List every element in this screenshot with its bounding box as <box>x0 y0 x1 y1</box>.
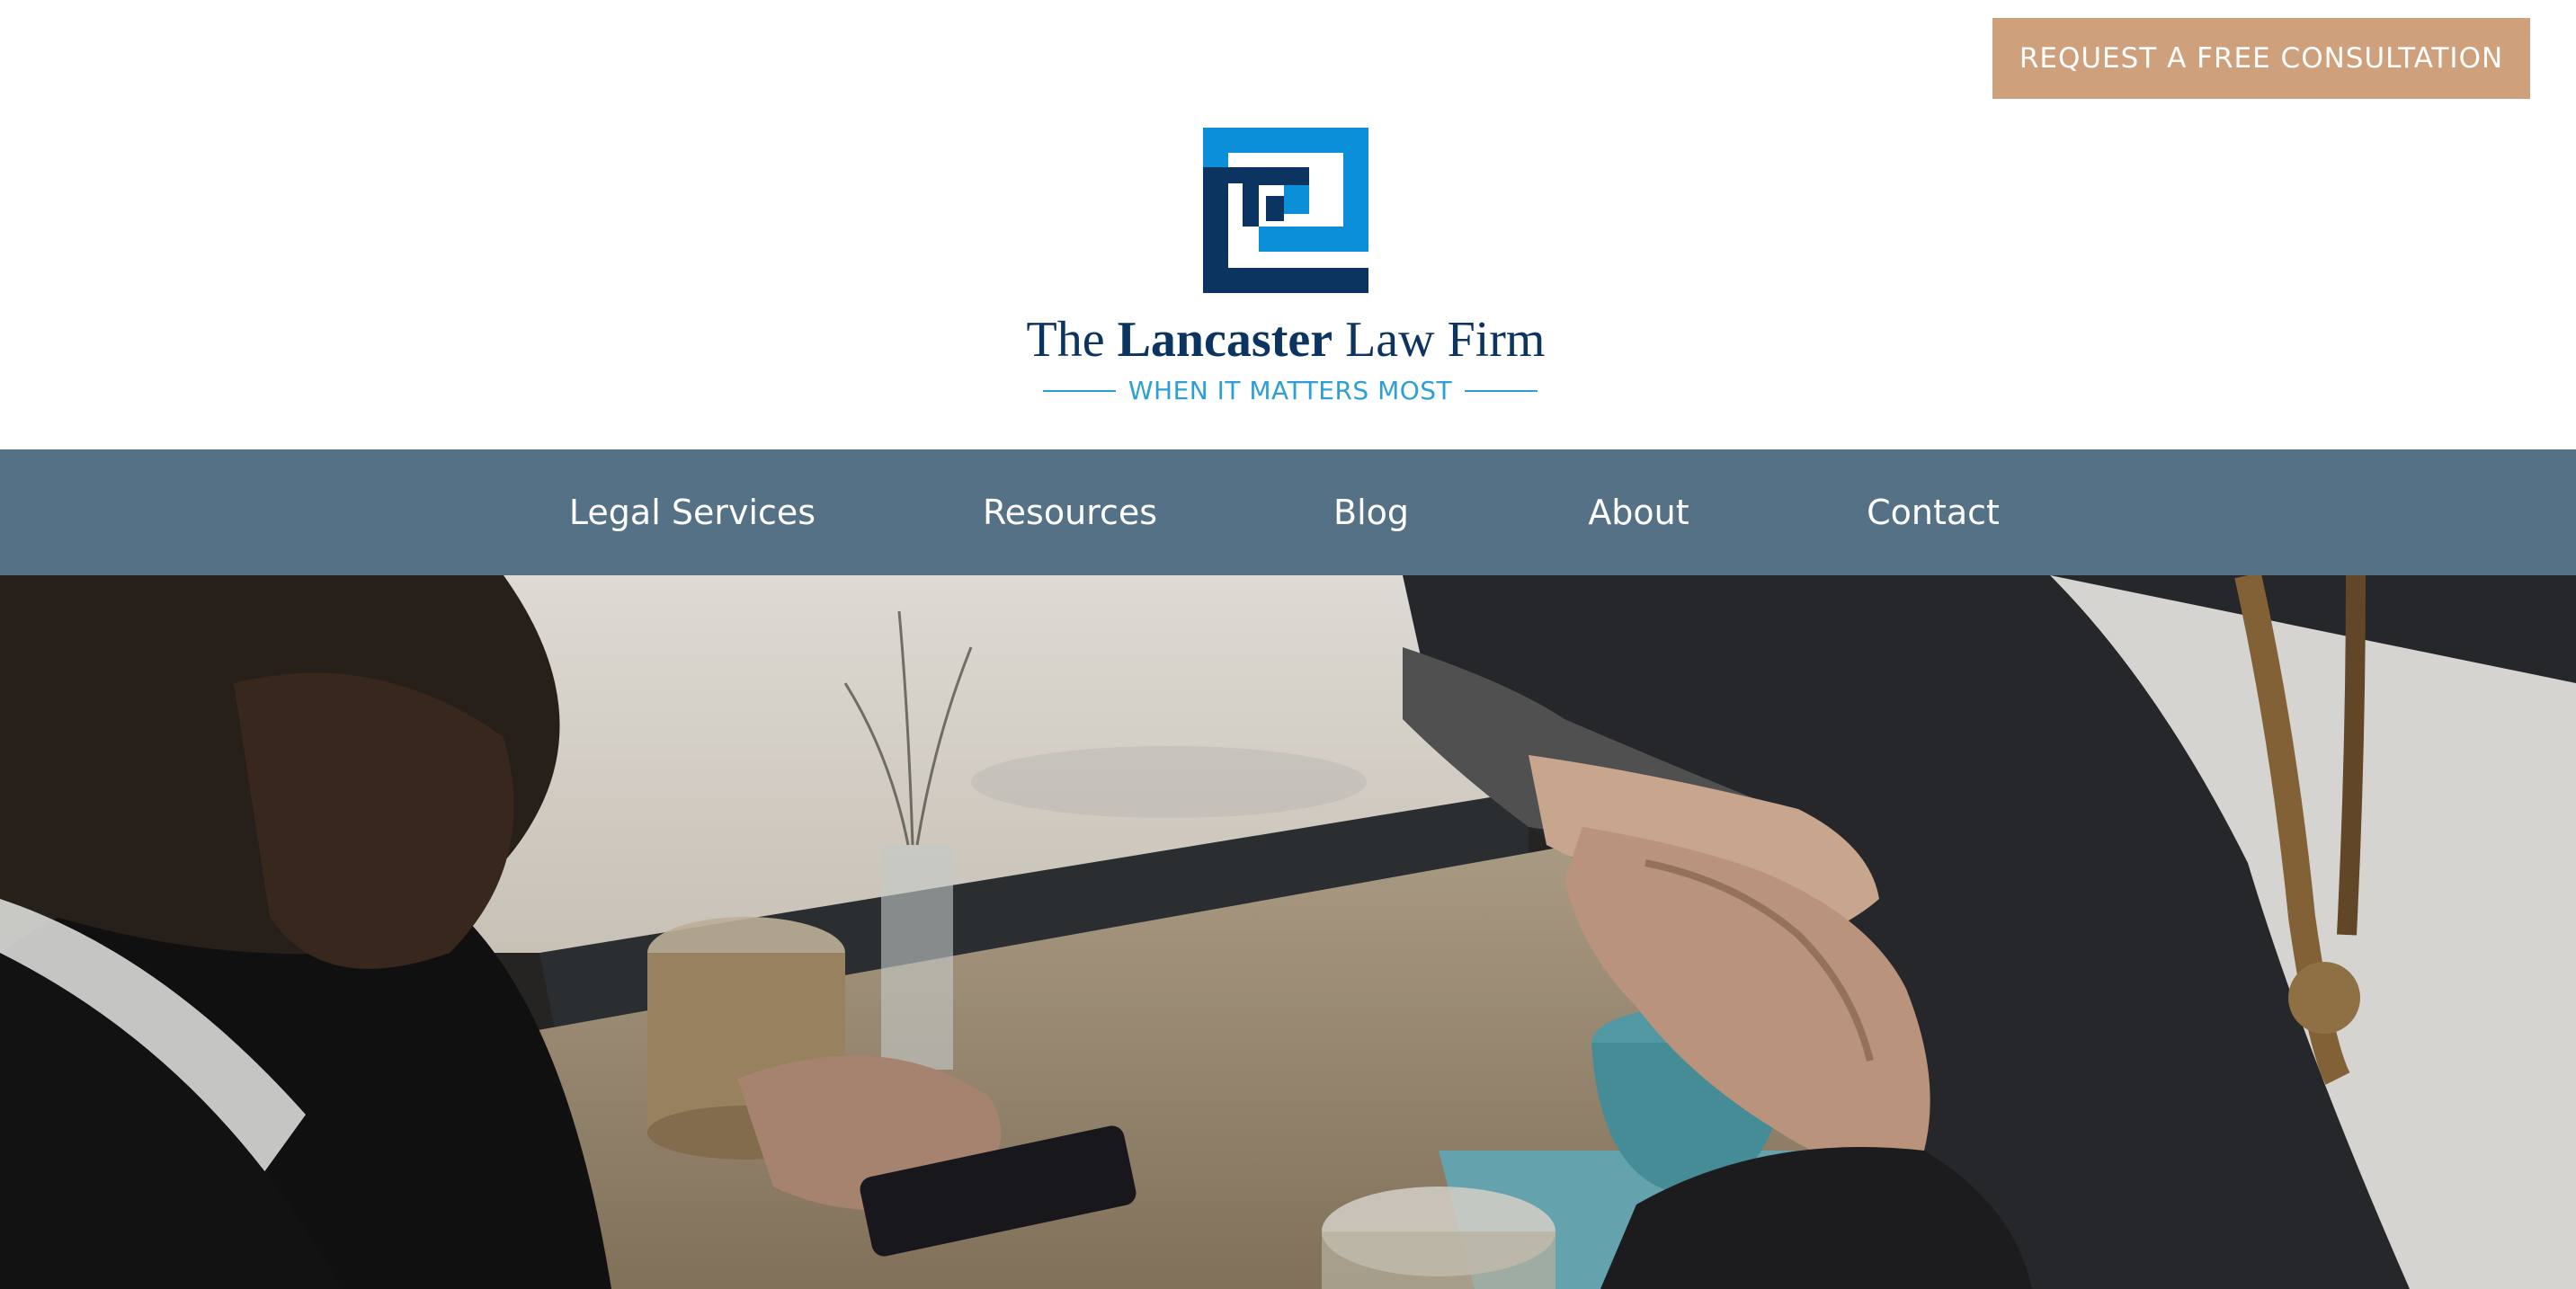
nav-item-resources[interactable]: Resources <box>953 449 1187 575</box>
firm-logo-icon[interactable] <box>1203 128 1368 293</box>
main-nav: Legal Services Resources Blog About Cont… <box>0 449 2576 575</box>
firm-name-strong: Lancaster <box>1117 312 1333 368</box>
hero-image <box>0 575 2576 1289</box>
tagline-rule-right <box>1465 389 1538 392</box>
tagline-text: WHEN IT MATTERS MOST <box>1128 376 1453 405</box>
firm-name-suffix: Law Firm <box>1345 312 1546 368</box>
firm-tagline: WHEN IT MATTERS MOST <box>1043 376 1538 405</box>
page: REQUEST A FREE CONSULTATION The Lancaste… <box>0 0 2576 1289</box>
firm-name[interactable]: The Lancaster Law Firm <box>989 315 1582 365</box>
tagline-rule-left <box>1043 389 1116 392</box>
nav-item-blog[interactable]: Blog <box>1295 449 1448 575</box>
site-header: REQUEST A FREE CONSULTATION The Lancaste… <box>0 0 2576 449</box>
nav-item-legal-services[interactable]: Legal Services <box>548 449 836 575</box>
nav-item-contact[interactable]: Contact <box>1834 449 2032 575</box>
firm-name-prefix: The <box>1026 312 1105 368</box>
request-consultation-button[interactable]: REQUEST A FREE CONSULTATION <box>1992 18 2530 99</box>
nav-item-about[interactable]: About <box>1555 449 1722 575</box>
handshake-photo <box>0 575 2576 1289</box>
